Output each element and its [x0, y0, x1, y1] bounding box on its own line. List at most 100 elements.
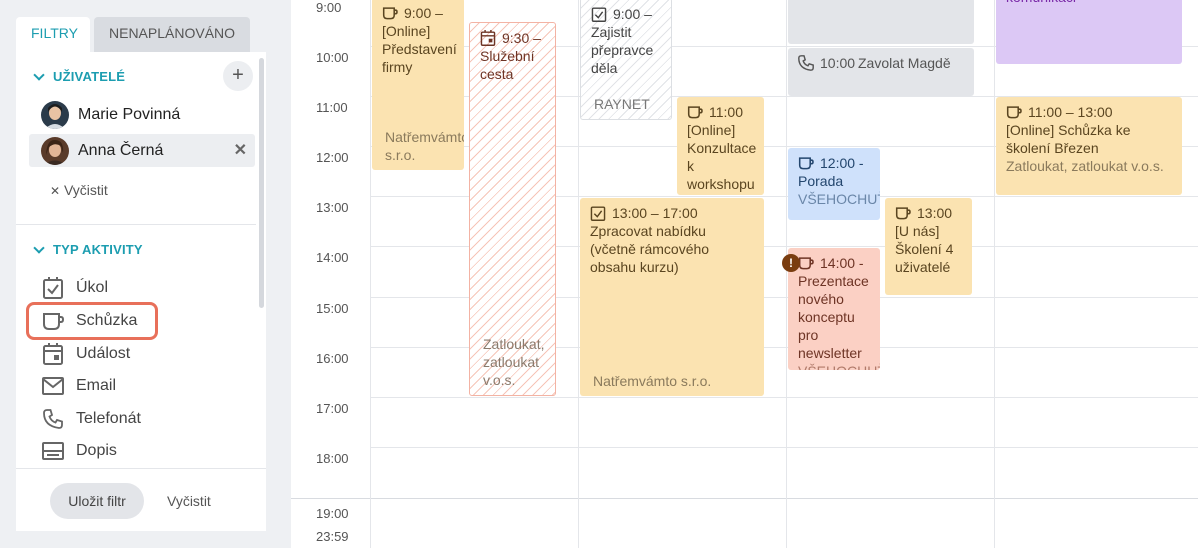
user-row-anna[interactable]: Anna Černá ✕ [29, 134, 255, 167]
event-title: [Online] Konzultace k workshopu [687, 122, 757, 192]
event-title: Zpracovat nabídku (včetně rámcového obsa… [590, 223, 710, 275]
time-label: 11:00 [316, 100, 348, 115]
meeting-cup-icon [1006, 106, 1022, 119]
calendar-event[interactable]: 9:00 – Zajistit přepravce děla RAYNET [580, 0, 672, 120]
calendar-event[interactable]: 10:00 Zavolat Magdě [788, 48, 974, 96]
time-label: 9:00 [316, 0, 342, 15]
activity-type-label: Schůzka [76, 312, 138, 329]
clear-users-label: Vyčistit [63, 182, 108, 198]
calendar-event[interactable]: 12:00 - Porada VŠEHOCHUŤ s.r.o. [788, 148, 880, 220]
remove-user-close-icon[interactable]: ✕ [234, 140, 247, 160]
filter-scrollbar[interactable] [259, 58, 264, 308]
clear-users-link[interactable]: ✕ Vyčistit [50, 182, 108, 198]
filter-panel: FILTRY NENAPLÁNOVÁNO UŽIVATELÉ + Marie P… [16, 0, 266, 548]
activity-type-email[interactable]: Email [42, 374, 116, 398]
phone-icon [42, 408, 64, 430]
time-label: 13:00 [316, 200, 349, 215]
email-envelope-icon [42, 375, 64, 397]
event-company: Natřemvámto s.r.o. [593, 373, 712, 389]
time-label: 16:00 [316, 351, 349, 366]
day-column-divider [370, 0, 371, 548]
activity-type-event[interactable]: Událost [42, 342, 130, 366]
avatar [41, 100, 69, 129]
calendar-event[interactable]: 13:00 [U nás] Školení 4 uživatelé [885, 198, 972, 295]
event-title: Služební cesta [480, 48, 535, 82]
close-icon: ✕ [50, 184, 61, 198]
panel-tabs: FILTRY NENAPLÁNOVÁNO [16, 17, 251, 52]
event-time: 9:00 – [613, 6, 652, 22]
hour-gridline [370, 397, 1198, 398]
calendar-event[interactable]: 9:30 – Služební cesta Zatloukat, zatlouk… [469, 22, 556, 396]
event-title: Zavolat Magdě [858, 55, 951, 71]
event-calendar-icon [42, 343, 64, 365]
event-title: Prezentace nového konceptu pro newslette… [798, 273, 869, 361]
chevron-down-icon [33, 241, 45, 254]
filter-box: UŽIVATELÉ + Marie Povinná Anna Černá ✕ ✕… [16, 52, 266, 468]
users-section-title: UŽIVATELÉ [53, 69, 126, 84]
chevron-down-icon [33, 68, 45, 81]
meeting-cup-icon [895, 207, 911, 220]
meeting-cup-icon [798, 157, 814, 170]
time-label: 18:00 [316, 451, 349, 466]
calendar-event[interactable]: 11:00 [Online] Konzultace k workshopu [677, 97, 764, 195]
time-label: 12:00 [316, 150, 349, 165]
section-divider [16, 224, 256, 225]
avatar [41, 136, 69, 165]
calendar-event[interactable]: 13:00 – 17:00 Zpracovat nabídku (včetně … [580, 198, 764, 396]
add-user-button[interactable]: + [223, 61, 253, 91]
phone-icon [798, 55, 814, 71]
save-filter-button[interactable]: Uložit filtr [50, 483, 144, 519]
users-section-header[interactable]: UŽIVATELÉ [33, 68, 126, 84]
meeting-cup-icon [798, 257, 814, 270]
event-company: Zatloukat, zatloukat v.o.s. [483, 336, 545, 388]
event-company: VŠEHOCHUŤ s.r.o. [798, 191, 880, 207]
letter-icon [42, 440, 64, 462]
tab-filters[interactable]: FILTRY [16, 17, 90, 52]
plus-icon: + [232, 64, 244, 86]
event-time: 10:00 [820, 55, 856, 71]
meeting-cup-icon [687, 106, 703, 119]
activity-type-letter[interactable]: Dopis [42, 439, 117, 463]
user-row-marie[interactable]: Marie Povinná [29, 98, 255, 131]
calendar-event[interactable]: 11:00 – 13:00 [Online] Schůzka ke školen… [996, 97, 1182, 195]
time-label: 10:00 [316, 50, 349, 65]
event-time: 13:00 [917, 205, 953, 221]
calendar-event[interactable]: 14:00 - Prezentace nového konceptu pro n… [788, 248, 880, 370]
activity-section-header[interactable]: TYP AKTIVITY [33, 241, 143, 257]
calendar-event[interactable]: komunikaci [996, 0, 1182, 64]
day-column-divider [786, 0, 787, 548]
calendar-event[interactable] [788, 0, 974, 44]
activity-type-label: Email [76, 377, 117, 394]
task-check-icon [42, 277, 64, 299]
meeting-cup-icon [382, 7, 398, 20]
time-label: 17:00 [316, 401, 349, 416]
event-time: 14:00 - [820, 255, 864, 271]
meeting-cup-icon [42, 310, 64, 332]
activity-type-label: Telefonát [76, 410, 141, 427]
event-time: 11:00 [709, 104, 743, 120]
clear-filter-button[interactable]: Vyčistit [167, 483, 211, 519]
activity-type-task[interactable]: Úkol [42, 276, 108, 300]
event-time: 9:30 – [502, 30, 541, 46]
activity-type-meeting[interactable]: Schůzka [42, 309, 137, 333]
event-time: 13:00 – 17:00 [612, 205, 698, 221]
event-time: 11:00 – 13:00 [1028, 104, 1113, 120]
warning-icon[interactable]: ! [782, 254, 800, 272]
event-company: VŠEHOCHUŤ [798, 362, 880, 370]
filter-footer: Uložit filtr Vyčistit [16, 468, 266, 531]
time-label: 23:59 [316, 529, 349, 544]
event-company: Zatloukat, zatloukat v.o.s. [1006, 158, 1164, 174]
day-column-divider [578, 0, 579, 548]
hour-gridline [370, 447, 1198, 448]
event-title: [Online] Představení firmy [382, 23, 457, 75]
day-column-divider [994, 0, 995, 548]
event-title: [U nás] Školení 4 uživatelé [895, 223, 954, 275]
calendar-event[interactable]: 9:00 – [Online] Představení firmy Natřem… [372, 0, 464, 170]
event-company: RAYNET [594, 96, 650, 112]
day-end-divider [291, 498, 1198, 499]
event-time: 12:00 - [820, 155, 864, 171]
calendar-grid: 9:00 10:00 11:00 12:00 13:00 14:00 15:00… [291, 0, 1198, 548]
event-title: komunikaci [1006, 0, 1172, 6]
tab-unscheduled[interactable]: NENAPLÁNOVÁNO [94, 17, 251, 52]
activity-type-phone[interactable]: Telefonát [42, 407, 141, 431]
